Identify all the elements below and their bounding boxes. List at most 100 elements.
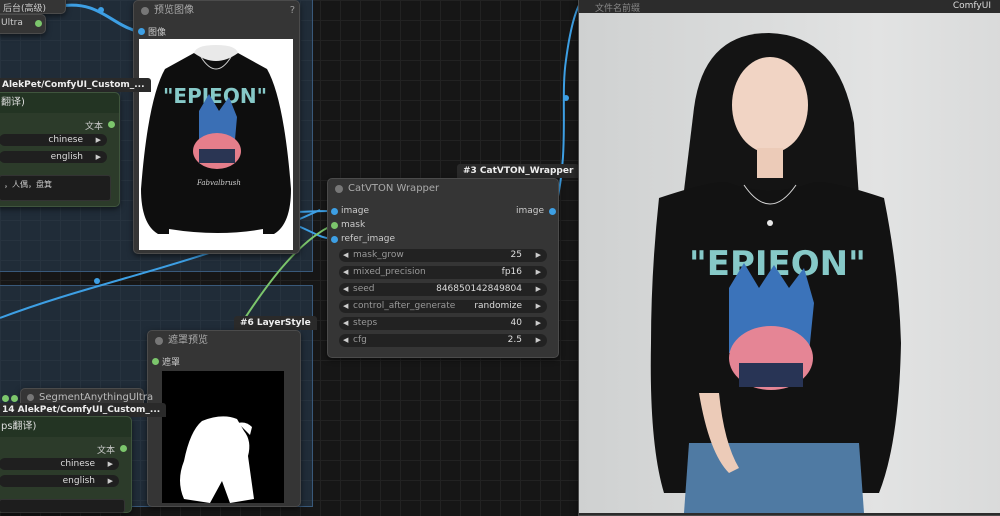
mask-preview-title: 遮罩预览 xyxy=(168,335,208,346)
node-fragment-title: 后台(高级) xyxy=(3,4,47,14)
mask-preview-node[interactable]: 遮罩预览 遮罩 xyxy=(147,330,301,507)
increment-arrow-icon[interactable]: ▶ xyxy=(536,317,541,330)
to-language-select[interactable]: english ▶ xyxy=(0,151,107,163)
collapse-dot-icon[interactable] xyxy=(155,337,163,345)
output-image: "EPIEON" xyxy=(579,13,1000,513)
help-icon[interactable]: ? xyxy=(290,1,295,21)
cfg-value: 2.5 xyxy=(507,335,522,345)
from-language-value: chinese xyxy=(48,135,83,145)
steps-label: steps xyxy=(353,318,378,328)
decrement-arrow-icon[interactable]: ◀ xyxy=(343,334,348,347)
ultra-label: Ultra xyxy=(1,18,23,28)
control-after-generate-widget[interactable]: ◀ control_after_generate randomize ▶ xyxy=(339,300,547,313)
catvton-mask-input-port[interactable] xyxy=(331,222,338,229)
image-input-port[interactable] xyxy=(138,28,145,35)
translate-bottom-text-input[interactable] xyxy=(0,499,125,513)
catvton-image-output-port[interactable] xyxy=(549,208,556,215)
to-language-value-bottom: english xyxy=(62,476,95,486)
increment-arrow-icon[interactable]: ▶ xyxy=(536,334,541,347)
image-input-label: 图像 xyxy=(148,28,167,38)
translate-bottom-header[interactable]: ps翻译) xyxy=(0,417,131,437)
dropdown-arrow-icon: ▶ xyxy=(107,477,113,485)
to-language-value: english xyxy=(50,152,83,162)
control-after-generate-label: control_after_generate xyxy=(353,301,456,311)
translate-top-node[interactable]: 翻译) 文本 chinese ▶ english ▶ ，人偶，盘箕 xyxy=(0,92,120,207)
increment-arrow-icon[interactable]: ▶ xyxy=(536,283,541,296)
collapse-dot-icon[interactable] xyxy=(335,185,343,193)
dropdown-arrow-icon: ▶ xyxy=(95,153,101,161)
mask-input-port[interactable] xyxy=(152,358,159,365)
catvton-refer-input-label: refer_image xyxy=(341,234,395,244)
mask-grow-label: mask_grow xyxy=(353,250,404,260)
translate-top-output-label: 文本 xyxy=(84,122,103,132)
catvton-refer-input-port[interactable] xyxy=(331,236,338,243)
decrement-arrow-icon[interactable]: ◀ xyxy=(343,249,348,262)
collapse-dot-icon[interactable] xyxy=(27,394,34,401)
preview-image-header[interactable]: 预览图像 ? xyxy=(134,1,299,21)
catvton-image-input-port[interactable] xyxy=(331,208,338,215)
preview-image-node[interactable]: 预览图像 ? 图像 "EPIEON" Fabvalbrush xyxy=(133,0,300,254)
catvton-wrapper-node[interactable]: CatVTON Wrapper image mask refer_image i… xyxy=(327,178,559,358)
translate-bottom-title: ps翻译) xyxy=(1,421,37,432)
translate-bottom-tag: 14 AlekPet/ComfyUI_Custom_... xyxy=(0,403,167,417)
seed-label: seed xyxy=(353,284,375,294)
dropdown-arrow-icon: ▶ xyxy=(95,136,101,144)
catvton-image-input-label: image xyxy=(341,206,370,216)
from-language-select[interactable]: chinese ▶ xyxy=(0,134,107,146)
mixed-precision-value: fp16 xyxy=(501,267,522,277)
translate-top-header[interactable]: 翻译) xyxy=(0,93,119,113)
steps-widget[interactable]: ◀ steps 40 ▶ xyxy=(339,317,547,330)
model-wearing-sweatshirt: "EPIEON" xyxy=(650,33,901,513)
sweatshirt-illustration: "EPIEON" Fabvalbrush xyxy=(141,45,291,234)
ultra-output-port[interactable] xyxy=(35,20,42,27)
steps-value: 40 xyxy=(510,318,522,328)
mask-grow-value: 25 xyxy=(510,250,522,260)
cfg-widget[interactable]: ◀ cfg 2.5 ▶ xyxy=(339,334,547,347)
increment-arrow-icon[interactable]: ▶ xyxy=(536,249,541,262)
from-language-value-bottom: chinese xyxy=(60,459,95,469)
decrement-arrow-icon[interactable]: ◀ xyxy=(343,300,348,313)
save-image-node[interactable]: 文件名前缀 ComfyUI "EPIEON" xyxy=(578,0,1000,516)
mask-preview-image xyxy=(162,371,284,503)
mixed-precision-widget[interactable]: ◀ mixed_precision fp16 ▶ xyxy=(339,266,547,279)
control-after-generate-value: randomize xyxy=(474,301,522,311)
decrement-arrow-icon[interactable]: ◀ xyxy=(343,317,348,330)
preview-image-title: 预览图像 xyxy=(154,5,194,16)
mask-silhouette xyxy=(180,416,254,503)
increment-arrow-icon[interactable]: ▶ xyxy=(536,300,541,313)
catvton-mask-input-label: mask xyxy=(341,220,366,230)
translate-top-output-port[interactable] xyxy=(108,121,115,128)
decrement-arrow-icon[interactable]: ◀ xyxy=(343,266,348,279)
filename-prefix-value[interactable]: ComfyUI xyxy=(953,1,991,11)
segment-anything-title: SegmentAnythingUltra xyxy=(39,392,154,403)
node-fragment-ultra[interactable]: Ultra xyxy=(0,14,46,34)
layerstyle-tag: #6 LayerStyle xyxy=(234,316,317,330)
mask-input-label: 遮罩 xyxy=(162,358,181,368)
seed-value: 846850142849804 xyxy=(436,284,522,294)
translate-top-tag: AlekPet/ComfyUI_Custom_... xyxy=(0,78,151,92)
catvton-tag: #3 CatVTON_Wrapper xyxy=(457,164,580,178)
mask-preview-header[interactable]: 遮罩预览 xyxy=(148,331,300,351)
catvton-title: CatVTON Wrapper xyxy=(348,183,440,194)
seed-widget[interactable]: ◀ seed 846850142849804 ▶ xyxy=(339,283,547,296)
garment-preview-image: "EPIEON" Fabvalbrush xyxy=(139,39,293,250)
node-fragment-top[interactable]: 后台(高级) xyxy=(0,0,66,14)
cfg-label: cfg xyxy=(353,335,367,345)
segment-link-dot[interactable] xyxy=(2,395,9,402)
mask-grow-widget[interactable]: ◀ mask_grow 25 ▶ xyxy=(339,249,547,262)
shirt-signature: Fabvalbrush xyxy=(196,179,241,187)
translate-bottom-output-label: 文本 xyxy=(96,446,115,456)
from-language-select-bottom[interactable]: chinese ▶ xyxy=(0,458,119,470)
segment-link-dot-2[interactable] xyxy=(11,395,18,402)
translate-bottom-output-port[interactable] xyxy=(120,445,127,452)
to-language-select-bottom[interactable]: english ▶ xyxy=(0,475,119,487)
catvton-header[interactable]: CatVTON Wrapper xyxy=(328,179,558,199)
collapse-dot-icon[interactable] xyxy=(141,7,149,15)
translate-text-input[interactable]: ，人偶，盘箕 xyxy=(0,175,111,201)
catvton-image-output-label: image xyxy=(515,206,544,216)
decrement-arrow-icon[interactable]: ◀ xyxy=(343,283,348,296)
translate-top-title: 翻译) xyxy=(1,97,25,108)
translate-bottom-node[interactable]: ps翻译) 文本 chinese ▶ english ▶ xyxy=(0,416,132,513)
mixed-precision-label: mixed_precision xyxy=(353,267,426,277)
increment-arrow-icon[interactable]: ▶ xyxy=(536,266,541,279)
